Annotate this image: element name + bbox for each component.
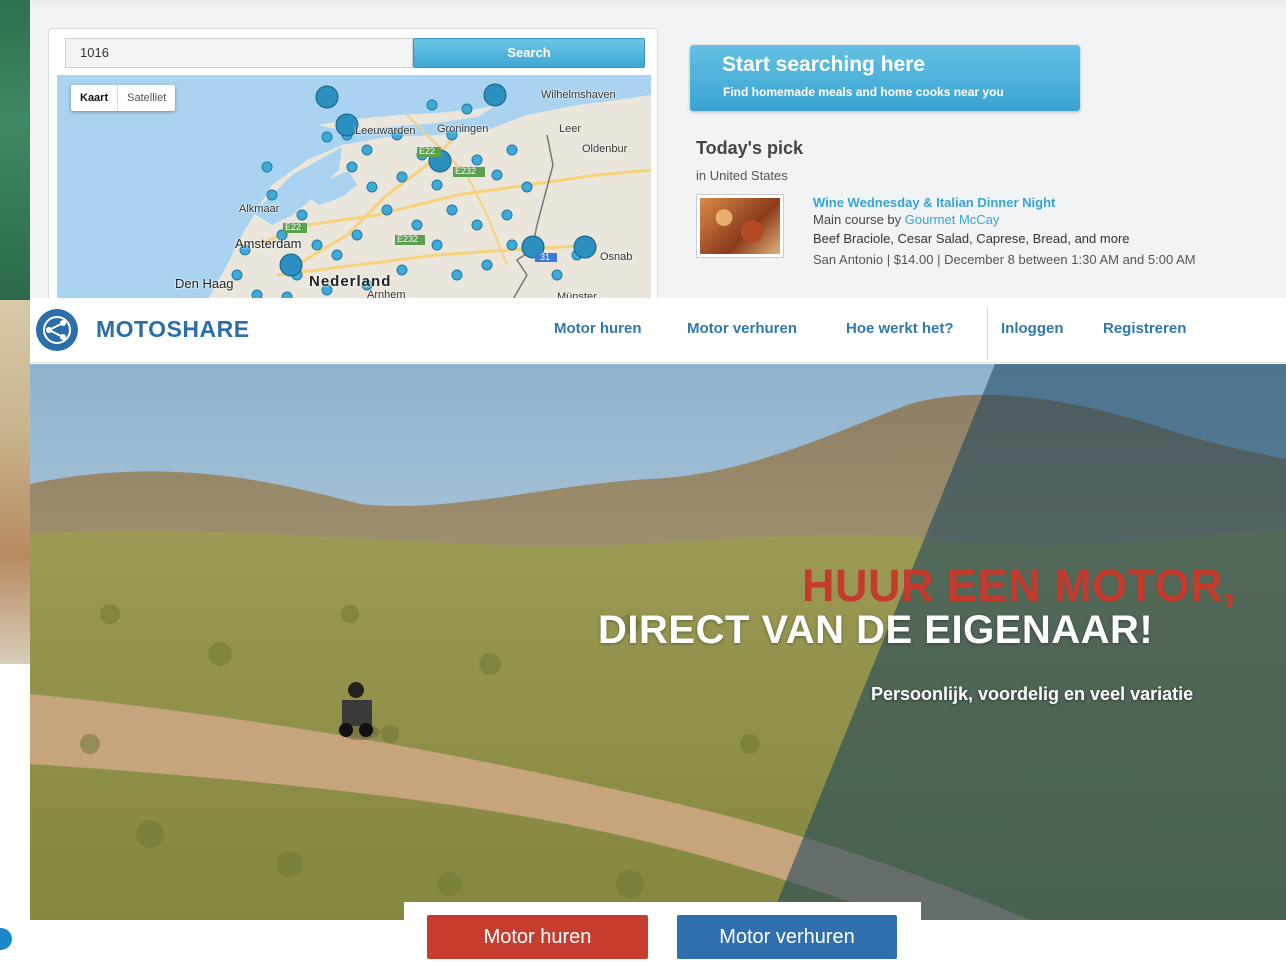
hero-title-white: DIRECT VAN DE EIGENAAR! [598,608,1154,652]
callout-title: Start searching here [722,53,926,76]
meal-meta: San Antonio | $14.00 | December 8 betwee… [813,252,1196,267]
map-label: Groningen [437,123,489,135]
road-label: E232 [397,234,419,244]
meal-photo [700,198,780,254]
location-search-input[interactable]: 1016 [65,38,413,68]
nav-divider [987,306,988,360]
hero-subtitle: Persoonlijk, voordelig en veel variatie [871,684,1194,704]
map-search-card: 1016 Search Kaart Satelliet Wilhelmshave… [48,28,658,308]
todays-pick-location: in United States [696,168,788,183]
map-label: Amsterdam [235,236,302,251]
road-label: 31 [540,252,551,262]
start-searching-callout: Start searching here Find homemade meals… [690,45,1080,111]
motor-verhuren-button[interactable]: Motor verhuren [677,915,897,959]
road-label: E232 [455,166,477,176]
motoshare-screenshot: MOTOSHARE Motor huren Motor verhuren Hoe… [30,298,1286,962]
callout-subtitle: Find homemade meals and home cooks near … [723,85,1004,99]
background-blank-strip [0,664,30,956]
search-button[interactable]: Search [413,38,645,68]
nav-inloggen[interactable]: Inloggen [1001,320,1064,337]
share-logo-icon[interactable] [36,309,78,351]
meal-thumbnail[interactable] [696,194,784,258]
map-label: Leer [559,123,582,135]
meal-title-link[interactable]: Wine Wednesday & Italian Dinner Night [813,195,1055,210]
nav-motor-verhuren[interactable]: Motor verhuren [687,320,797,337]
map-label: Den Haag [175,276,234,291]
map-label: Wilhelmshaven [541,89,616,101]
map-label: Alkmaar [239,203,280,215]
motor-huren-button[interactable]: Motor huren [427,915,648,959]
nav-registreren[interactable]: Registreren [1103,320,1186,337]
map-type-toggle: Kaart Satelliet [71,85,176,111]
course-prefix: Main course by [813,212,902,227]
hero-title-red: HUUR EEN MOTOR, [802,560,1237,611]
road-label: E22 [419,146,436,156]
nav-hoe-werkt-het[interactable]: Hoe werkt het? [846,320,954,337]
hero-banner: HUUR EEN MOTOR, DIRECT VAN DE EIGENAAR! … [30,364,1286,920]
map-type-satelliet[interactable]: Satelliet [118,85,175,111]
food-site-screenshot: 1016 Search Kaart Satelliet Wilhelmshave… [30,0,1286,308]
cook-link[interactable]: Gourmet McCay [905,212,1000,227]
background-photo-strip-top [0,0,30,300]
meal-menu: Beef Braciole, Cesar Salad, Caprese, Bre… [813,231,1130,246]
map-label: Leeuwarden [355,125,416,137]
top-navigation: MOTOSHARE Motor huren Motor verhuren Hoe… [30,298,1286,363]
map-view[interactable]: Kaart Satelliet Wilhelmshaven Leeuwarden… [57,75,651,301]
map-label: Oldenbur [582,143,628,155]
top-divider [30,0,1286,6]
background-photo-strip-middle [0,300,30,664]
map-label: Osnab [600,251,633,263]
todays-pick-heading: Today's pick [696,138,803,158]
map-type-kaart[interactable]: Kaart [71,85,119,111]
road-label: E22 [285,222,302,232]
meal-course-line: Main course by Gourmet McCay [813,212,999,227]
nav-motor-huren[interactable]: Motor huren [554,320,642,337]
brand-name[interactable]: MOTOSHARE [96,316,250,343]
map-label: Nederland [309,273,392,290]
